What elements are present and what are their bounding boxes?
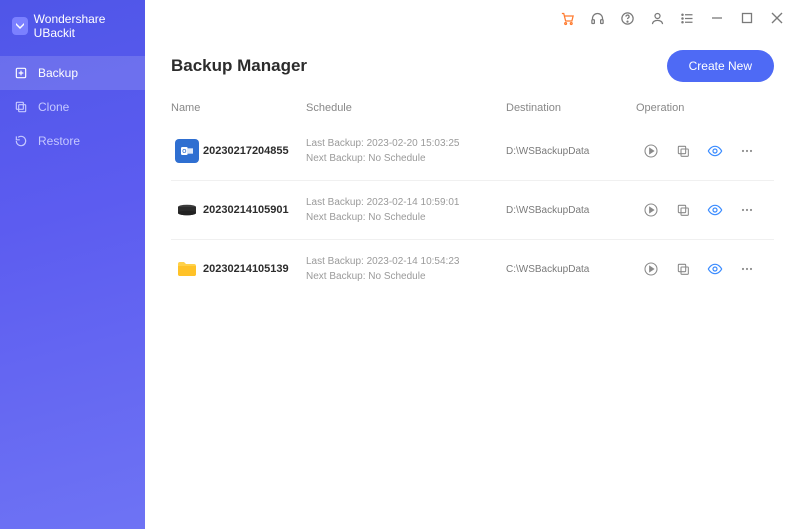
- page-title: Backup Manager: [171, 56, 307, 76]
- main: Backup Manager Create New Name Schedule …: [145, 0, 800, 529]
- row-destination: D:\WSBackupData: [506, 205, 636, 216]
- more-button[interactable]: [738, 201, 756, 219]
- svg-text:O: O: [182, 149, 186, 155]
- run-backup-button[interactable]: [642, 201, 660, 219]
- copy-button[interactable]: [674, 142, 692, 160]
- last-backup: Last Backup: 2023-02-20 15:03:25: [306, 136, 506, 151]
- brand-logo-icon: [12, 17, 28, 35]
- sidebar-item-restore[interactable]: Restore: [0, 124, 145, 158]
- view-button[interactable]: [706, 201, 724, 219]
- next-backup: Next Backup: No Schedule: [306, 269, 506, 284]
- backup-icon: [14, 66, 28, 80]
- col-operation: Operation: [636, 102, 774, 114]
- backup-table: Name Schedule Destination Operation O 20…: [145, 92, 800, 298]
- nav: Backup Clone Restore: [0, 56, 145, 158]
- row-name: 20230214105139: [203, 263, 306, 275]
- table-row: 20230214105139 Last Backup: 2023-02-14 1…: [171, 239, 774, 298]
- disk-icon: [175, 198, 199, 222]
- run-backup-button[interactable]: [642, 260, 660, 278]
- row-name: 20230217204855: [203, 145, 306, 157]
- view-button[interactable]: [706, 142, 724, 160]
- view-button[interactable]: [706, 260, 724, 278]
- brand-name: Wondershare UBackit: [34, 12, 135, 40]
- list-icon[interactable]: [672, 3, 702, 33]
- table-row: 20230214105901 Last Backup: 2023-02-14 1…: [171, 180, 774, 239]
- col-schedule: Schedule: [306, 102, 506, 114]
- col-name: Name: [171, 102, 306, 114]
- user-icon[interactable]: [642, 3, 672, 33]
- clone-icon: [14, 100, 28, 114]
- table-header: Name Schedule Destination Operation: [171, 92, 774, 122]
- row-type-icon: O: [171, 139, 203, 163]
- row-operations: [636, 201, 774, 219]
- restore-icon: [14, 134, 28, 148]
- folder-icon: [175, 257, 199, 281]
- run-backup-button[interactable]: [642, 142, 660, 160]
- table-row: O 20230217204855 Last Backup: 2023-02-20…: [171, 122, 774, 180]
- headset-icon[interactable]: [582, 3, 612, 33]
- table-body: O 20230217204855 Last Backup: 2023-02-20…: [171, 122, 774, 298]
- next-backup: Next Backup: No Schedule: [306, 210, 506, 225]
- next-backup: Next Backup: No Schedule: [306, 151, 506, 166]
- last-backup: Last Backup: 2023-02-14 10:59:01: [306, 195, 506, 210]
- copy-button[interactable]: [674, 260, 692, 278]
- row-operations: [636, 142, 774, 160]
- col-destination: Destination: [506, 102, 636, 114]
- close-icon[interactable]: [762, 3, 792, 33]
- copy-button[interactable]: [674, 201, 692, 219]
- maximize-icon[interactable]: [732, 3, 762, 33]
- row-operations: [636, 260, 774, 278]
- sidebar: Wondershare UBackit Backup Clone Restore: [0, 0, 145, 529]
- sidebar-item-label: Backup: [38, 66, 78, 80]
- row-schedule: Last Backup: 2023-02-14 10:54:23 Next Ba…: [306, 254, 506, 284]
- last-backup: Last Backup: 2023-02-14 10:54:23: [306, 254, 506, 269]
- create-new-button[interactable]: Create New: [667, 50, 774, 82]
- sidebar-item-backup[interactable]: Backup: [0, 56, 145, 90]
- row-schedule: Last Backup: 2023-02-14 10:59:01 Next Ba…: [306, 195, 506, 225]
- more-button[interactable]: [738, 260, 756, 278]
- brand: Wondershare UBackit: [0, 0, 145, 56]
- row-destination: D:\WSBackupData: [506, 146, 636, 157]
- row-destination: C:\WSBackupData: [506, 264, 636, 275]
- help-icon[interactable]: [612, 3, 642, 33]
- row-type-icon: [171, 257, 203, 281]
- cart-icon[interactable]: [552, 3, 582, 33]
- sidebar-item-label: Restore: [38, 134, 80, 148]
- sidebar-item-clone[interactable]: Clone: [0, 90, 145, 124]
- minimize-icon[interactable]: [702, 3, 732, 33]
- titlebar: [145, 0, 800, 36]
- sidebar-item-label: Clone: [38, 100, 69, 114]
- page-header: Backup Manager Create New: [145, 36, 800, 92]
- outlook-icon: O: [175, 139, 199, 163]
- row-type-icon: [171, 198, 203, 222]
- more-button[interactable]: [738, 142, 756, 160]
- row-name: 20230214105901: [203, 204, 306, 216]
- row-schedule: Last Backup: 2023-02-20 15:03:25 Next Ba…: [306, 136, 506, 166]
